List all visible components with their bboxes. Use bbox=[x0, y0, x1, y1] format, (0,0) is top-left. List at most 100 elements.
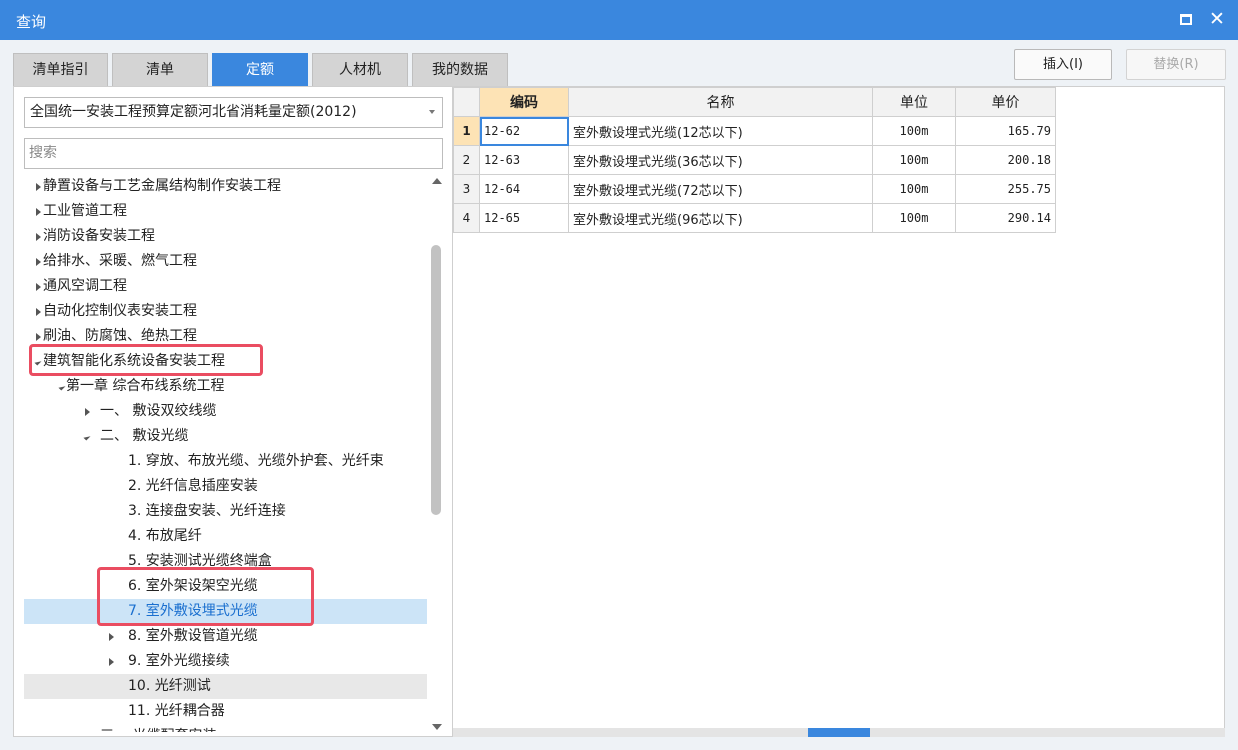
tree-item[interactable]: 9. 室外光缆接续 bbox=[24, 649, 427, 674]
tree-item[interactable]: 通风空调工程 bbox=[24, 274, 427, 299]
tree-item-label: 5. 安装测试光缆终端盒 bbox=[128, 553, 272, 569]
expand-arrow-icon[interactable] bbox=[36, 233, 41, 241]
tree-item[interactable]: 第一章 综合布线系统工程 bbox=[24, 374, 427, 399]
tree-item-label: 刷油、防腐蚀、绝热工程 bbox=[43, 328, 197, 344]
cell-price[interactable]: 290.14 bbox=[955, 203, 1056, 233]
results-table: 编码 名称 单位 单价 1 12-62 室外敷设埋式光缆(12芯以下) 100m 165… bbox=[453, 87, 1056, 233]
tree-item-label: 工业管道工程 bbox=[43, 203, 127, 219]
maximize-icon[interactable] bbox=[1180, 14, 1192, 25]
column-header-unit[interactable]: 单位 bbox=[872, 87, 956, 117]
left-panel: 全国统一安装工程预算定额河北省消耗量定额(2012) 搜索 静置设备与工艺金属结… bbox=[13, 86, 453, 737]
expand-arrow-icon[interactable] bbox=[36, 258, 41, 266]
tree-item[interactable]: 工业管道工程 bbox=[24, 199, 427, 224]
quota-library-dropdown[interactable]: 全国统一安装工程预算定额河北省消耗量定额(2012) bbox=[24, 97, 443, 128]
replace-button[interactable]: 替换(R) bbox=[1126, 49, 1226, 80]
tree-item[interactable]: 消防设备安装工程 bbox=[24, 224, 427, 249]
tree-item[interactable]: 建筑智能化系统设备安装工程 bbox=[24, 349, 427, 374]
tree-item[interactable]: 3. 连接盘安装、光纤连接 bbox=[24, 499, 427, 524]
cell-code[interactable]: 12-64 bbox=[479, 174, 569, 204]
close-icon[interactable]: ✕ bbox=[1209, 8, 1225, 30]
cell-unit[interactable]: 100m bbox=[872, 174, 956, 204]
tree-item[interactable]: 11. 光纤耦合器 bbox=[24, 699, 427, 724]
cell-unit[interactable]: 100m bbox=[872, 145, 956, 175]
tree-item[interactable]: 5. 安装测试光缆终端盒 bbox=[24, 549, 427, 574]
scroll-handle[interactable] bbox=[808, 728, 870, 737]
tree-item[interactable]: 8. 室外敷设管道光缆 bbox=[24, 624, 427, 649]
tree-item-label: 2. 光纤信息插座安装 bbox=[128, 478, 258, 494]
tree-item-label: 静置设备与工艺金属结构制作安装工程 bbox=[43, 178, 281, 194]
tree-item[interactable]: 10. 光纤测试 bbox=[24, 674, 427, 699]
tab-labor-material-machine[interactable]: 人材机 bbox=[312, 53, 408, 86]
expand-arrow-icon[interactable] bbox=[36, 308, 41, 316]
tab-list-guide[interactable]: 清单指引 bbox=[13, 53, 108, 86]
tree-item-label: 一、 敷设双绞线缆 bbox=[100, 403, 217, 419]
tree-item[interactable]: 2. 光纤信息插座安装 bbox=[24, 474, 427, 499]
column-header-code[interactable]: 编码 bbox=[479, 87, 569, 117]
tree-item[interactable]: 静置设备与工艺金属结构制作安装工程 bbox=[24, 174, 427, 199]
tab-my-data[interactable]: 我的数据 bbox=[412, 53, 508, 86]
table-row[interactable]: 3 12-64 室外敷设埋式光缆(72芯以下) 100m 255.75 bbox=[453, 174, 1056, 204]
tree-item[interactable]: 刷油、防腐蚀、绝热工程 bbox=[24, 324, 427, 349]
tab-quota[interactable]: 定额 bbox=[212, 53, 308, 86]
tab-list[interactable]: 清单 bbox=[112, 53, 208, 86]
tree-item-label: 10. 光纤测试 bbox=[128, 678, 211, 694]
search-input[interactable]: 搜索 bbox=[24, 138, 443, 169]
scroll-thumb[interactable] bbox=[431, 245, 441, 515]
horizontal-scrollbar[interactable] bbox=[453, 728, 1225, 737]
row-number: 3 bbox=[453, 174, 480, 204]
expand-arrow-icon[interactable] bbox=[109, 633, 114, 641]
cell-name[interactable]: 室外敷设埋式光缆(12芯以下) bbox=[568, 116, 873, 146]
cell-price[interactable]: 200.18 bbox=[955, 145, 1056, 175]
title-bar: 查询 ✕ bbox=[0, 0, 1238, 40]
cell-unit[interactable]: 100m bbox=[872, 203, 956, 233]
expand-arrow-icon[interactable] bbox=[36, 208, 41, 216]
tree-item-label: 3. 连接盘安装、光纤连接 bbox=[128, 503, 286, 519]
column-header-name[interactable]: 名称 bbox=[568, 87, 873, 117]
tree-item-label: 给排水、采暖、燃气工程 bbox=[43, 253, 197, 269]
collapse-arrow-icon[interactable] bbox=[83, 433, 91, 441]
cell-code[interactable]: 12-62 bbox=[479, 116, 569, 146]
cell-code[interactable]: 12-63 bbox=[479, 145, 569, 175]
expand-arrow-icon[interactable] bbox=[36, 183, 41, 191]
tree-item[interactable]: 4. 布放尾纤 bbox=[24, 524, 427, 549]
tree-item[interactable]: 二、 敷设光缆 bbox=[24, 424, 427, 449]
tree-item[interactable]: 7. 室外敷设埋式光缆 bbox=[24, 599, 427, 624]
cell-name[interactable]: 室外敷设埋式光缆(36芯以下) bbox=[568, 145, 873, 175]
cell-price[interactable]: 165.79 bbox=[955, 116, 1056, 146]
expand-arrow-icon[interactable] bbox=[85, 408, 90, 416]
results-panel: 编码 名称 单位 单价 1 12-62 室外敷设埋式光缆(12芯以下) 100m 165… bbox=[453, 86, 1225, 737]
expand-arrow-icon[interactable] bbox=[36, 333, 41, 341]
tree-item-label: 消防设备安装工程 bbox=[43, 228, 155, 244]
tree-item-label: 二、 敷设光缆 bbox=[100, 428, 189, 444]
cell-unit[interactable]: 100m bbox=[872, 116, 956, 146]
table-row[interactable]: 2 12-63 室外敷设埋式光缆(36芯以下) 100m 200.18 bbox=[453, 145, 1056, 175]
tree-item-label: 6. 室外架设架空光缆 bbox=[128, 578, 258, 594]
cell-code[interactable]: 12-65 bbox=[479, 203, 569, 233]
cell-name[interactable]: 室外敷设埋式光缆(72芯以下) bbox=[568, 174, 873, 204]
cell-name[interactable]: 室外敷设埋式光缆(96芯以下) bbox=[568, 203, 873, 233]
tree-item[interactable]: 三、 光缆配套安装 bbox=[24, 724, 427, 732]
cell-price[interactable]: 255.75 bbox=[955, 174, 1056, 204]
row-number-header bbox=[453, 87, 480, 117]
collapse-arrow-icon[interactable] bbox=[58, 383, 66, 391]
dialog-body: 清单指引 清单 定额 人材机 我的数据 插入(I) 替换(R) 全国统一安装工程… bbox=[0, 40, 1238, 750]
table-row[interactable]: 4 12-65 室外敷设埋式光缆(96芯以下) 100m 290.14 bbox=[453, 203, 1056, 233]
expand-arrow-icon[interactable] bbox=[36, 283, 41, 291]
column-header-price[interactable]: 单价 bbox=[955, 87, 1056, 117]
insert-button[interactable]: 插入(I) bbox=[1014, 49, 1112, 80]
scroll-down-icon[interactable] bbox=[432, 724, 442, 730]
scroll-up-icon[interactable] bbox=[432, 178, 442, 184]
tree-item-label: 通风空调工程 bbox=[43, 278, 127, 294]
tree-item[interactable]: 给排水、采暖、燃气工程 bbox=[24, 249, 427, 274]
expand-arrow-icon[interactable] bbox=[109, 658, 114, 666]
tree-item[interactable]: 自动化控制仪表安装工程 bbox=[24, 299, 427, 324]
tree-item[interactable]: 6. 室外架设架空光缆 bbox=[24, 574, 427, 599]
tree-item[interactable]: 1. 穿放、布放光缆、光缆外护套、光纤束 bbox=[24, 449, 427, 474]
tree-item-label: 8. 室外敷设管道光缆 bbox=[128, 628, 258, 644]
tree-item[interactable]: 一、 敷设双绞线缆 bbox=[24, 399, 427, 424]
tree-item-label: 建筑智能化系统设备安装工程 bbox=[43, 353, 225, 369]
table-row[interactable]: 1 12-62 室外敷设埋式光缆(12芯以下) 100m 165.79 bbox=[453, 116, 1056, 146]
collapse-arrow-icon[interactable] bbox=[34, 358, 42, 366]
row-number: 1 bbox=[453, 116, 480, 146]
tree-scrollbar[interactable] bbox=[429, 175, 443, 732]
